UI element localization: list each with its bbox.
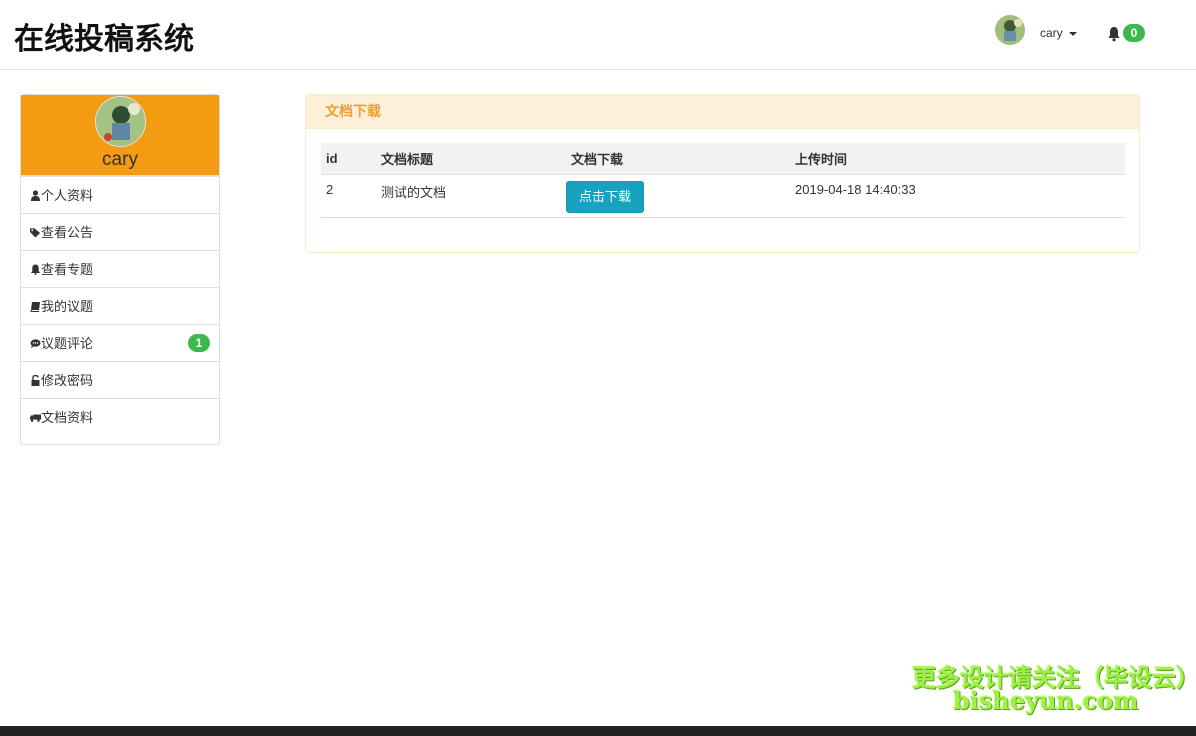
sidebar-item-label: 查看专题 — [41, 262, 94, 277]
sidebar: cary 个人资料 查看公告 查看专题 我的议题 议题评论 1 修改密码 文档资… — [20, 94, 220, 445]
top-navbar: 在线投稿系统 cary 0 — [0, 0, 1196, 70]
profile-name: cary — [102, 149, 138, 170]
column-header-id: id — [321, 143, 376, 175]
document-download-panel: 文档下载 id 文档标题 文档下载 上传时间 2 测试的文档 点击下载 2019… — [305, 94, 1140, 253]
user-name: cary — [1040, 26, 1063, 40]
cell-download: 点击下载 — [566, 174, 790, 218]
bell-icon — [31, 264, 40, 275]
footer-bar — [0, 726, 1196, 736]
comments-badge: 1 — [188, 334, 210, 352]
unlock-icon — [31, 375, 40, 386]
book-icon — [30, 302, 40, 312]
sidebar-item-comments[interactable]: 议题评论 1 — [21, 324, 219, 361]
bell-icon[interactable] — [1107, 26, 1121, 42]
sidebar-item-label: 议题评论 — [41, 336, 94, 351]
documents-table: id 文档标题 文档下载 上传时间 2 测试的文档 点击下载 2019-04-1… — [321, 143, 1125, 218]
sidebar-item-documents[interactable]: 文档资料 — [21, 398, 219, 435]
user-avatar[interactable] — [995, 15, 1025, 45]
column-header-download: 文档下载 — [566, 143, 790, 175]
cell-title: 测试的文档 — [376, 174, 566, 218]
sidebar-item-label: 查看公告 — [41, 225, 94, 240]
sidebar-item-label: 文档资料 — [41, 410, 94, 425]
sidebar-item-my-topics[interactable]: 我的议题 — [21, 287, 219, 324]
table-row: 2 测试的文档 点击下载 2019-04-18 14:40:33 — [321, 174, 1125, 218]
column-header-uploaded: 上传时间 — [790, 143, 1125, 175]
column-header-title: 文档标题 — [376, 143, 566, 175]
comment-icon — [30, 339, 41, 349]
user-menu-toggle[interactable]: cary — [1040, 26, 1077, 40]
tags-icon — [30, 228, 41, 238]
panel-title: 文档下载 — [306, 95, 1139, 129]
truck-icon — [30, 414, 41, 422]
sidebar-item-topics[interactable]: 查看专题 — [21, 250, 219, 287]
page: 在线投稿系统 cary 0 cary 个人资料 查看公告 查看专题 我的议题 议… — [0, 0, 1196, 736]
download-button[interactable]: 点击下载 — [566, 180, 644, 213]
table-header-row: id 文档标题 文档下载 上传时间 — [321, 143, 1125, 175]
cell-id: 2 — [321, 174, 376, 218]
notification-badge[interactable]: 0 — [1123, 24, 1145, 42]
sidebar-item-change-password[interactable]: 修改密码 — [21, 361, 219, 398]
sidebar-item-profile[interactable]: 个人资料 — [21, 176, 219, 213]
sidebar-item-label: 个人资料 — [41, 188, 94, 203]
caret-down-icon — [1068, 31, 1077, 36]
sidebar-item-label: 我的议题 — [41, 299, 94, 314]
sidebar-item-announcements[interactable]: 查看公告 — [21, 213, 219, 250]
sidebar-item-label: 修改密码 — [41, 373, 94, 388]
watermark-line2: bisheyun.com — [953, 686, 1139, 715]
profile-avatar — [95, 96, 146, 147]
user-icon — [31, 190, 40, 201]
cell-uploaded: 2019-04-18 14:40:33 — [790, 174, 1125, 218]
profile-card: cary — [21, 95, 219, 176]
brand-title[interactable]: 在线投稿系统 — [14, 14, 194, 58]
